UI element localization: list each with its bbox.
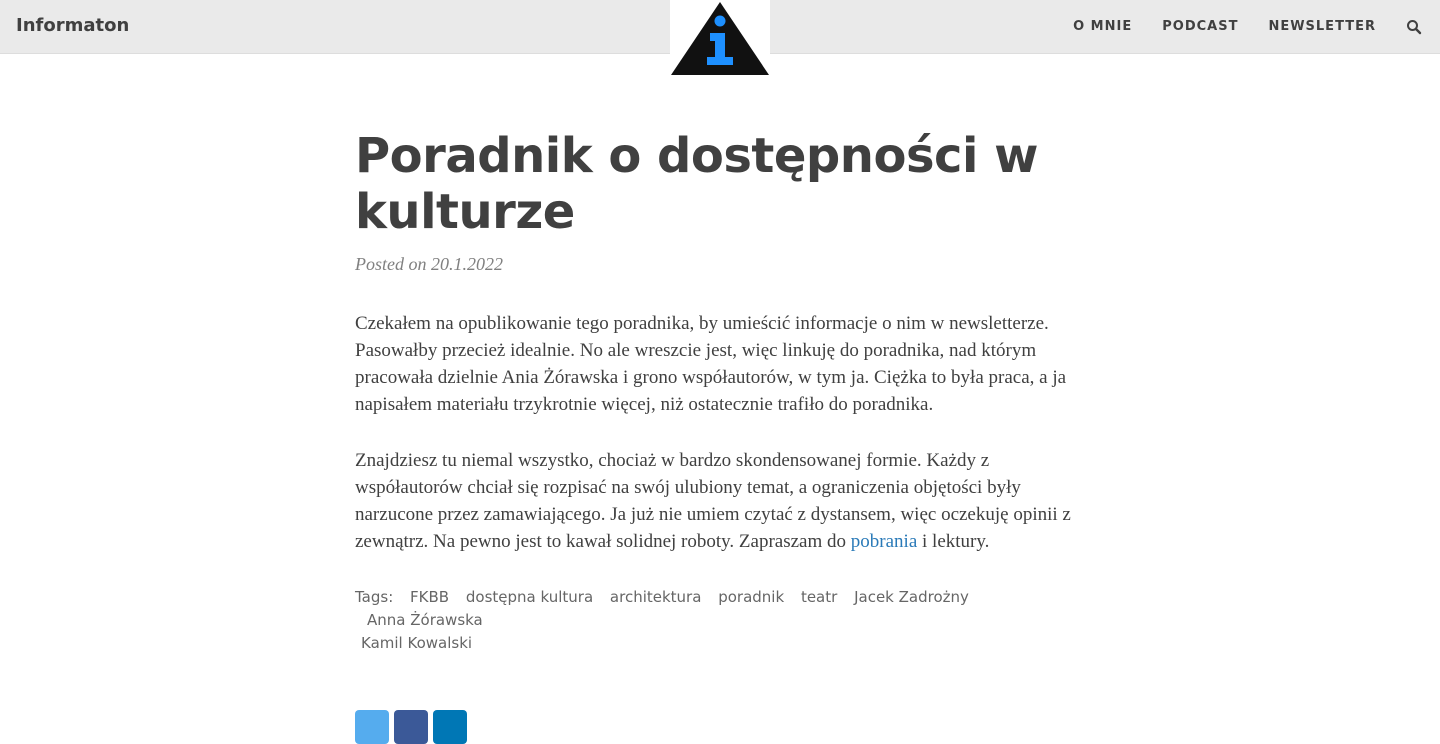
tag-link[interactable]: Anna Żórawska	[367, 609, 483, 632]
site-brand-link[interactable]: Informaton	[16, 15, 129, 36]
post-meta: Posted on 20.1.2022	[355, 254, 1085, 275]
share-buttons	[355, 710, 467, 744]
post-paragraph-2-end: i lektury.	[922, 531, 990, 552]
linkedin-icon[interactable]	[433, 710, 467, 744]
twitter-icon[interactable]	[355, 710, 389, 744]
nav-item-podcast[interactable]: PODCAST	[1162, 19, 1238, 34]
info-triangle-logo-icon	[671, 2, 769, 75]
post-paragraph-1: Czekałem na opublikowanie tego poradnika…	[355, 313, 1067, 415]
tag-link[interactable]: Jacek Zadrożny	[854, 586, 969, 609]
site-logo[interactable]	[670, 0, 770, 77]
post-body: Czekałem na opublikowanie tego poradnika…	[355, 310, 1085, 555]
search-icon[interactable]	[1406, 19, 1422, 35]
nav-item-newsletter[interactable]: NEWSLETTER	[1268, 19, 1376, 34]
posted-prefix: Posted on	[355, 254, 427, 274]
post-content: Poradnik o dostępności w kulturze Posted…	[355, 128, 1085, 655]
post-paragraph-2: Znajdziesz tu niemal wszystko, chociaż w…	[355, 447, 1085, 555]
tag-link[interactable]: FKBB	[410, 586, 449, 609]
site-header: Informaton O MNIE PODCAST NEWSLETTER	[0, 0, 1440, 77]
tag-link[interactable]: Kamil Kowalski	[361, 632, 472, 655]
main-nav: O MNIE PODCAST NEWSLETTER	[1043, 0, 1422, 53]
nav-item-o-mnie[interactable]: O MNIE	[1073, 19, 1132, 34]
download-link[interactable]: pobrania	[851, 531, 917, 552]
tag-link[interactable]: teatr	[801, 586, 837, 609]
post-date: 20.1.2022	[431, 254, 503, 274]
tag-link[interactable]: dostępna kultura	[466, 586, 593, 609]
post-tags: Tags: FKBB dostępna kultura architektura…	[355, 586, 1055, 655]
facebook-icon[interactable]	[394, 710, 428, 744]
tag-link[interactable]: architektura	[610, 586, 702, 609]
tags-label: Tags:	[355, 588, 394, 606]
tag-link[interactable]: poradnik	[718, 586, 784, 609]
post-title: Poradnik o dostępności w kulturze	[355, 128, 1038, 240]
